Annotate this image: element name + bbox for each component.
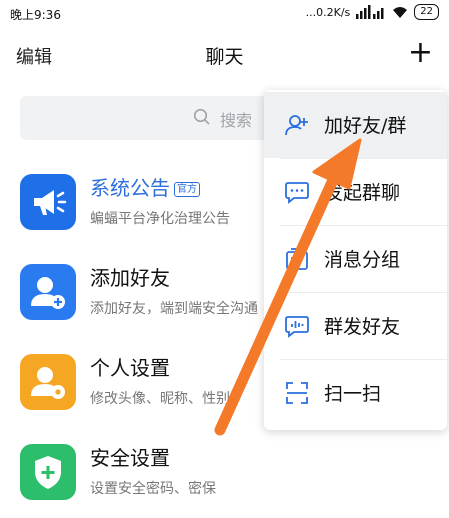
menu-item-label: 扫一扫 (324, 383, 382, 405)
wifi-icon (393, 7, 408, 18)
menu-item-label: 群发好友 (324, 316, 401, 338)
title-bar: 编辑 聊天 + (0, 30, 449, 82)
scan-icon (286, 382, 308, 404)
search-placeholder: 搜索 (220, 111, 253, 130)
menu-item-label: 发起群聊 (324, 182, 401, 204)
status-icons: ...0.2K/s 22 (306, 4, 439, 20)
broadcast-icon (285, 316, 309, 338)
signal-icon (356, 5, 384, 19)
chat-bubble-icon (285, 182, 309, 204)
list-item[interactable]: 安全设置 设置安全密码、密保 (0, 428, 449, 518)
megaphone-icon (20, 174, 76, 230)
battery-icon: 22 (414, 4, 439, 20)
list-item-title: 添加好友 (90, 266, 170, 290)
shield-plus-icon (20, 444, 76, 500)
list-item-title: 安全设置 (90, 446, 170, 470)
search-icon (193, 108, 210, 125)
status-bar: 晚上9:36 ...0.2K/s 22 (0, 0, 449, 30)
status-time: 晚上9:36 (10, 8, 61, 22)
menu-item-message-group[interactable]: 消息分组 (264, 226, 447, 292)
user-settings-icon (20, 354, 76, 410)
menu-item-group-chat[interactable]: 发起群聊 (264, 159, 447, 225)
official-badge: 官方 (174, 182, 200, 197)
add-user-icon (20, 264, 76, 320)
list-item-subtitle: 设置安全密码、密保 (90, 481, 216, 497)
list-item-subtitle: 添加好友，端到端安全沟通 (90, 301, 258, 317)
list-item-subtitle: 修改头像、昵称、性别 (90, 391, 230, 407)
menu-item-add-friend[interactable]: 加好友/群 (264, 92, 447, 158)
popup-menu: 加好友/群 发起群聊 消息分组 群发好友 扫一扫 (264, 90, 447, 430)
list-item-title: 个人设置 (90, 356, 170, 380)
menu-item-label: 加好友/群 (324, 115, 407, 137)
list-item-title: 系统公告 官方 (90, 172, 200, 201)
add-button[interactable]: + (408, 38, 433, 68)
add-friend-icon (285, 115, 308, 136)
list-item-subtitle: 蝙蝠平台净化治理公告 (90, 211, 230, 227)
menu-item-label: 消息分组 (324, 249, 401, 271)
message-group-icon (286, 248, 308, 270)
page-title: 聊天 (205, 46, 244, 68)
net-speed: ...0.2K/s (305, 5, 351, 19)
menu-item-scan[interactable]: 扫一扫 (264, 360, 447, 426)
menu-item-broadcast[interactable]: 群发好友 (264, 293, 447, 359)
